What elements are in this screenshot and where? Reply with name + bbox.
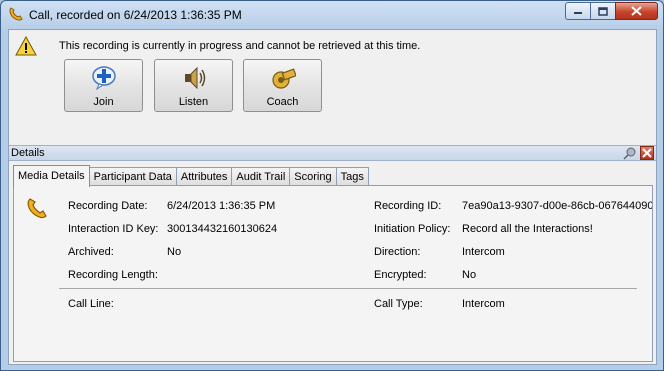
recording-date-label: Recording Date: [68, 200, 148, 212]
join-plus-bubble-icon [92, 66, 116, 91]
whistle-icon [272, 68, 296, 89]
phone-handset-icon [9, 7, 23, 21]
recording-date-value: 6/24/2013 1:36:35 PM [167, 200, 276, 212]
interaction-id-label: Interaction ID Key: [68, 223, 159, 235]
tab-media-details[interactable]: Media Details [13, 165, 90, 187]
call-type-value: Intercom [462, 298, 505, 310]
join-button[interactable]: Join [64, 59, 143, 112]
listen-label: Listen [178, 96, 209, 108]
details-divider [59, 288, 637, 289]
call-line-label: Call Line: [68, 298, 114, 310]
call-type-label: Call Type: [374, 298, 423, 310]
call-window: Call, recorded on 6/24/2013 1:36:35 PM T… [0, 0, 664, 371]
encrypted-label: Encrypted: [374, 269, 427, 281]
maximize-button[interactable] [590, 2, 616, 20]
close-button[interactable] [615, 2, 658, 20]
tab-audit-trail[interactable]: Audit Trail [231, 167, 291, 187]
recording-length-label: Recording Length: [68, 269, 158, 281]
warning-triangle-icon [15, 36, 37, 56]
details-header: Details [9, 145, 656, 161]
phone-handset-icon [27, 198, 47, 219]
window-title: Call, recorded on 6/24/2013 1:36:35 PM [29, 8, 242, 22]
tab-scoring[interactable]: Scoring [289, 167, 337, 187]
title-bar[interactable]: Call, recorded on 6/24/2013 1:36:35 PM [1, 1, 663, 28]
direction-value: Intercom [462, 246, 505, 258]
direction-label: Direction: [374, 246, 421, 258]
tab-tags[interactable]: Tags [335, 167, 369, 187]
window-client-area: This recording is currently in progress … [8, 29, 657, 365]
coach-button[interactable]: Coach [243, 59, 322, 112]
close-icon [642, 148, 652, 158]
details-close-button[interactable] [640, 146, 654, 160]
warning-message: This recording is currently in progress … [59, 40, 421, 52]
details-title: Details [11, 147, 45, 159]
coach-label: Coach [266, 96, 299, 108]
speaker-icon [185, 66, 206, 90]
initiation-policy-value: Record all the Interactions! [462, 223, 593, 235]
tab-participant-data[interactable]: Participant Data [88, 167, 177, 187]
media-details-panel: Recording Date: 6/24/2013 1:36:35 PM Int… [13, 185, 653, 362]
minimize-button[interactable] [565, 2, 591, 20]
tab-attributes[interactable]: Attributes [175, 167, 233, 187]
minimize-icon [574, 12, 582, 14]
interaction-id-value: 300134432160130624 [167, 223, 278, 235]
close-icon [631, 6, 642, 16]
listen-button[interactable]: Listen [154, 59, 233, 112]
join-label: Join [93, 96, 114, 108]
recording-id-label: Recording ID: [374, 200, 442, 212]
maximize-icon [598, 6, 608, 16]
archived-value: No [167, 246, 182, 258]
encrypted-value: No [462, 269, 477, 281]
initiation-policy-label: Initiation Policy: [374, 223, 451, 235]
archived-label: Archived: [68, 246, 114, 258]
recording-id-value: 7ea90a13-9307-d00e-86cb-0676440900( [462, 200, 652, 212]
window-controls [565, 2, 658, 20]
pin-icon[interactable] [623, 147, 637, 160]
details-tabs: Media Details Participant Data Attribute… [13, 165, 369, 187]
